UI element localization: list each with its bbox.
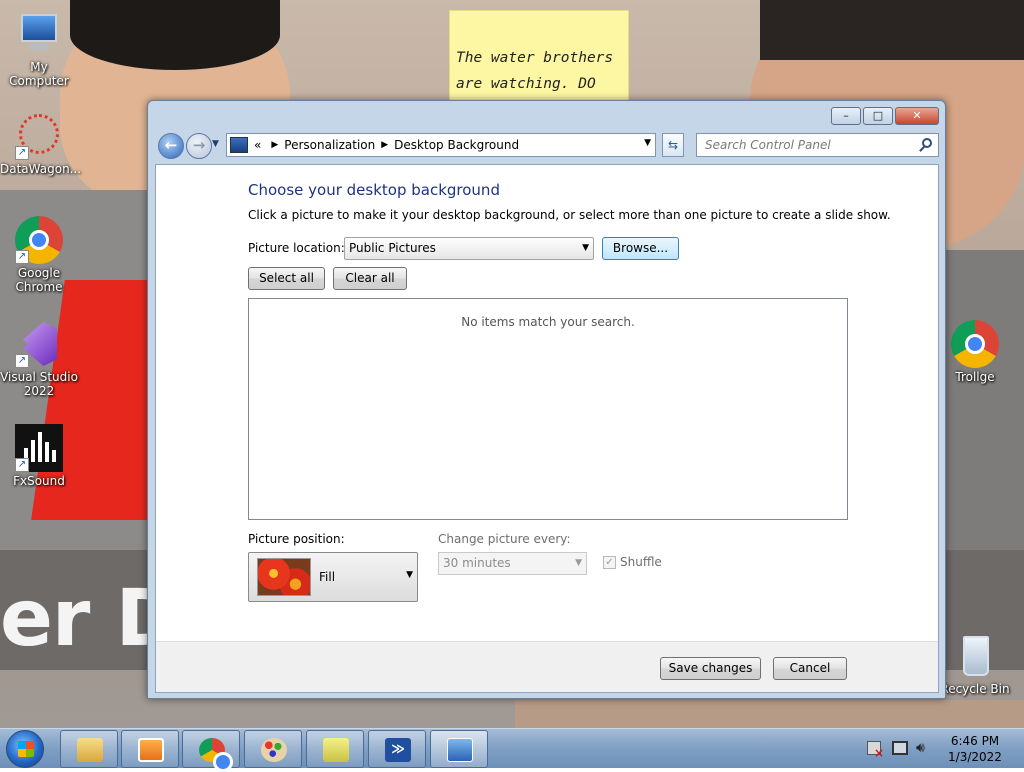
desktop-icon-label: Google Chrome bbox=[15, 266, 63, 294]
browse-button[interactable]: Browse... bbox=[602, 237, 679, 260]
powershell-icon: ≫ bbox=[385, 738, 411, 762]
search-icon[interactable] bbox=[922, 138, 932, 148]
forward-button[interactable]: → bbox=[186, 133, 212, 159]
folder-icon bbox=[77, 738, 103, 762]
sticky-note: The water brothers are watching. DO bbox=[449, 10, 629, 110]
change-picture-label: Change picture every: bbox=[438, 532, 571, 546]
start-button[interactable] bbox=[6, 730, 44, 768]
change-picture-value: 30 minutes bbox=[443, 556, 511, 570]
breadcrumb-separator-icon: ▶ bbox=[381, 140, 389, 150]
chrome-icon bbox=[199, 738, 233, 772]
media-player-icon bbox=[138, 738, 164, 762]
taskbar: ≫ 🔊︎ 6:46 PM 1/3/2022 bbox=[0, 728, 1024, 772]
change-picture-select: 30 minutes ▼ bbox=[438, 552, 587, 575]
action-center-flag-icon[interactable] bbox=[867, 741, 884, 760]
picture-position-select[interactable]: Fill ▼ bbox=[248, 552, 418, 602]
address-bar[interactable]: « ▶ Personalization ▶ Desktop Background… bbox=[226, 133, 656, 157]
search-placeholder: Search Control Panel bbox=[705, 138, 831, 152]
shortcut-arrow-icon: ↗ bbox=[15, 458, 29, 472]
desktop-icon-label: DataWagon... bbox=[0, 162, 82, 176]
breadcrumb-personalization[interactable]: Personalization bbox=[284, 138, 375, 152]
sticky-notes-icon bbox=[323, 738, 349, 762]
visual-studio-icon: ↗ bbox=[15, 320, 63, 368]
desktop-icon-label: Trollge bbox=[955, 370, 995, 384]
wallpaper-hair-right bbox=[760, 0, 1024, 60]
fill-preview-thumbnail bbox=[257, 558, 311, 596]
minimize-button[interactable]: – bbox=[831, 107, 861, 125]
clock-time: 6:46 PM bbox=[950, 734, 1000, 748]
chrome-icon: ↗ bbox=[15, 216, 63, 264]
picture-position-label: Picture position: bbox=[248, 532, 345, 546]
picture-location-value: Public Pictures bbox=[349, 241, 436, 255]
refresh-button[interactable]: ⇆ bbox=[662, 133, 684, 157]
control-panel-icon bbox=[230, 137, 248, 153]
trollge-icon bbox=[951, 320, 999, 368]
breadcrumb-separator-icon: ▶ bbox=[271, 140, 279, 150]
desktop-icon-visual-studio[interactable]: ↗ Visual Studio 2022 bbox=[0, 320, 78, 398]
my-computer-icon bbox=[15, 10, 63, 58]
desktop-icon-label: FxSound bbox=[13, 474, 65, 488]
main-content: Choose your desktop background Click a p… bbox=[155, 164, 939, 693]
select-all-button[interactable]: Select all bbox=[248, 267, 325, 290]
navigation-bar: ← → ▼ « ▶ Personalization ▶ Desktop Back… bbox=[156, 133, 939, 159]
taskbar-file-explorer[interactable] bbox=[60, 730, 118, 768]
chevron-down-icon: ▼ bbox=[575, 558, 582, 568]
desktop-icon-fxsound[interactable]: ↗ FxSound bbox=[0, 424, 78, 488]
search-input[interactable]: Search Control Panel bbox=[696, 133, 939, 157]
cancel-button[interactable]: Cancel bbox=[773, 657, 847, 680]
shortcut-arrow-icon: ↗ bbox=[15, 146, 29, 160]
volume-icon[interactable]: 🔊︎ bbox=[916, 740, 925, 756]
back-button[interactable]: ← bbox=[158, 133, 184, 159]
save-changes-button[interactable]: Save changes bbox=[660, 657, 761, 680]
caption-buttons: – □ ✕ bbox=[829, 107, 939, 125]
wallpaper-hair-left bbox=[70, 0, 280, 70]
taskbar-powershell[interactable]: ≫ bbox=[368, 730, 426, 768]
desktop-icon-trollge[interactable]: Trollge bbox=[936, 320, 1014, 384]
clear-all-button[interactable]: Clear all bbox=[333, 267, 407, 290]
system-clock[interactable]: 6:46 PM 1/3/2022 bbox=[940, 733, 1010, 765]
close-button[interactable]: ✕ bbox=[895, 107, 939, 125]
taskbar-paint[interactable] bbox=[244, 730, 302, 768]
desktop-icon-my-computer[interactable]: My Computer bbox=[0, 10, 78, 88]
datawagon-icon: ↗ bbox=[15, 112, 63, 160]
control-panel-icon bbox=[447, 738, 473, 762]
chevron-down-icon: ▼ bbox=[582, 243, 589, 253]
desktop-icon-google-chrome[interactable]: ↗ Google Chrome bbox=[0, 216, 78, 294]
paint-palette-icon bbox=[261, 738, 287, 762]
taskbar-media-player[interactable] bbox=[121, 730, 179, 768]
shortcut-arrow-icon: ↗ bbox=[15, 354, 29, 368]
shuffle-label: Shuffle bbox=[620, 555, 662, 569]
chevron-down-icon: ▼ bbox=[406, 570, 413, 580]
recent-pages-dropdown-icon[interactable]: ▼ bbox=[212, 139, 219, 149]
picture-location-select[interactable]: Public Pictures ▼ bbox=[344, 237, 594, 260]
page-title: Choose your desktop background bbox=[248, 181, 500, 199]
desktop-icon-recycle-bin[interactable]: Recycle Bin bbox=[936, 632, 1014, 696]
desktop-icon-label: Visual Studio 2022 bbox=[0, 370, 78, 398]
desktop-icon-label: Recycle Bin bbox=[940, 682, 1010, 696]
desktop-icon-label: My Computer bbox=[9, 60, 69, 88]
taskbar-google-chrome[interactable] bbox=[182, 730, 240, 772]
shortcut-arrow-icon: ↗ bbox=[15, 250, 29, 264]
picture-location-label: Picture location: bbox=[248, 241, 345, 255]
maximize-button[interactable]: □ bbox=[863, 107, 893, 125]
breadcrumb-desktop-background[interactable]: Desktop Background bbox=[394, 138, 519, 152]
breadcrumb-overflow-icon[interactable]: « bbox=[254, 138, 261, 152]
page-description: Click a picture to make it your desktop … bbox=[248, 208, 891, 222]
recycle-bin-icon bbox=[951, 632, 999, 680]
desktop-icon-datawagon[interactable]: ↗ DataWagon... bbox=[0, 112, 82, 176]
empty-message: No items match your search. bbox=[461, 315, 635, 329]
shuffle-checkbox: ✓ bbox=[603, 556, 616, 569]
taskbar-control-panel[interactable] bbox=[430, 730, 488, 768]
picture-list[interactable]: No items match your search. bbox=[248, 298, 848, 520]
clock-date: 1/3/2022 bbox=[948, 750, 1002, 764]
taskbar-sticky-notes[interactable] bbox=[306, 730, 364, 768]
fxsound-icon: ↗ bbox=[15, 424, 63, 472]
dialog-footer: Save changes Cancel bbox=[156, 641, 938, 692]
desktop-background-window: – □ ✕ ← → ▼ « ▶ Personalization ▶ Deskto… bbox=[147, 100, 946, 699]
wallpaper-bottom-strip bbox=[515, 700, 1024, 728]
picture-position-value: Fill bbox=[319, 570, 336, 584]
network-icon[interactable] bbox=[892, 741, 908, 755]
address-dropdown-icon[interactable]: ▼ bbox=[644, 138, 651, 148]
